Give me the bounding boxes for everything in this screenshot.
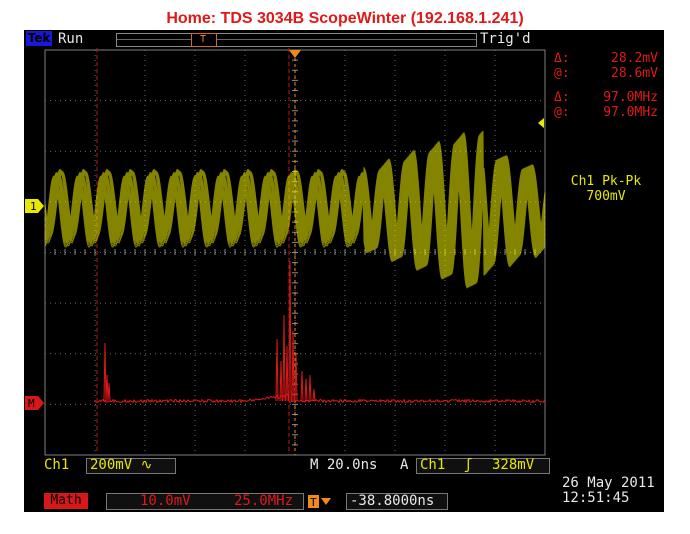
page-title: Home: TDS 3034B ScopeWinter (192.168.1.2… [166,10,524,27]
cursor-at-frequency: @: 97.0MHz [554,105,658,120]
cursor-at-amplitude: @: 28.6mV [554,66,658,81]
channel1-marker[interactable]: 1 [25,199,44,213]
math-marker[interactable]: M [25,396,44,410]
trigger-position-value[interactable]: -38.8000ns [350,493,434,510]
math-marker-label: M [28,397,35,410]
trigger-position-icon: T [308,495,331,508]
channel1-marker-label: 1 [30,200,37,213]
trigger-level-marker-icon[interactable] [538,118,544,128]
settings-row: Ch1 200mV ∿ M 20.0ns A Ch1 ʃ 328mV [24,457,664,474]
trigger-label: A [400,457,409,473]
measurement-value: 700mV [586,189,626,204]
channel1-scale[interactable]: 200mV ∿ [90,457,152,473]
math-row: Math 10.0mV 25.0MHz T -38.8000ns [24,493,664,510]
trigger-level[interactable]: 328mV [492,457,534,473]
cursor-delta-amplitude: Δ: 28.2mV [554,51,658,66]
channel1-label: Ch1 [44,457,70,473]
svg-text:T: T [310,496,317,508]
trigger-position-marker-icon[interactable] [289,50,301,58]
math-label[interactable]: Math [44,493,88,509]
trigger-slope-icon[interactable]: ʃ [464,457,472,473]
coupling-icon: ∿ [140,457,153,473]
date: 26 May 2011 [562,475,655,491]
oscilloscope-display: Tek Run T Trig'd 1 M Δ: 28.2mV @: 28.6mV… [24,30,664,512]
measurement-label: Ch1 Pk-Pk [570,174,642,189]
cursor-readouts: Δ: 28.2mV @: 28.6mV Δ: 97.0MHz @: 97.0MH… [550,52,662,121]
horizontal-scale[interactable]: M 20.0ns [310,457,377,473]
measurement-readout: Ch1 Pk-Pk 700mV [550,174,662,204]
cursor-delta-frequency: Δ: 97.0MHz [554,90,658,105]
trigger-source[interactable]: Ch1 [420,457,445,473]
math-scale[interactable]: 10.0mV [140,493,191,510]
math-span[interactable]: 25.0MHz [234,493,293,510]
